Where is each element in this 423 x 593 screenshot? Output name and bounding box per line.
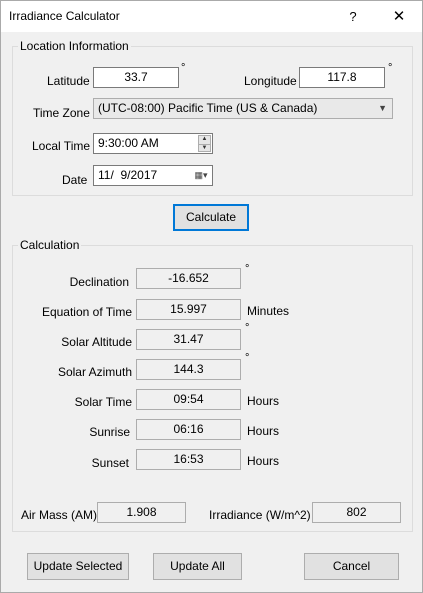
- solar-time-label: Solar Time: [74, 395, 132, 409]
- irradiance-label: Irradiance (W/m^2): [209, 508, 311, 522]
- equation-of-time-unit: Minutes: [247, 304, 290, 318]
- declination-label: Declination: [69, 275, 129, 289]
- sunset-value: 16:53: [136, 449, 241, 470]
- local-time-spinner[interactable]: ▲ ▼: [198, 135, 211, 152]
- calendar-icon[interactable]: ▦▾: [192, 168, 210, 183]
- timezone-label: Time Zone: [33, 106, 90, 120]
- date-value: 11/ 9/2017: [98, 168, 158, 182]
- sunrise-label: Sunrise: [89, 425, 130, 439]
- local-time-value: 9:30:00 AM: [98, 136, 159, 150]
- longitude-degree-symbol: °: [388, 62, 393, 74]
- timezone-select[interactable]: (UTC-08:00) Pacific Time (US & Canada) ▼: [93, 98, 393, 119]
- longitude-input[interactable]: 117.8: [299, 67, 385, 88]
- calculate-button[interactable]: Calculate: [173, 204, 249, 231]
- declination-degree-symbol: °: [245, 263, 250, 275]
- solar-altitude-value: 31.47: [136, 329, 241, 350]
- equation-of-time-label: Equation of Time: [41, 305, 132, 319]
- solar-azimuth-value: 144.3: [136, 359, 241, 380]
- chevron-down-icon: ▼: [378, 103, 387, 113]
- update-all-button[interactable]: Update All: [153, 553, 242, 580]
- longitude-label: Longitude: [244, 74, 297, 88]
- local-time-label: Local Time: [32, 139, 91, 153]
- solar-time-unit: Hours: [247, 394, 280, 408]
- sunrise-unit: Hours: [247, 424, 280, 438]
- latitude-label: Latitude: [47, 74, 90, 88]
- irradiance-calculator-window: Irradiance Calculator ? ✕ Location Infor…: [0, 0, 423, 593]
- declination-value: -16.652: [136, 268, 241, 289]
- latitude-degree-symbol: °: [181, 62, 186, 74]
- latitude-input[interactable]: 33.7: [93, 67, 179, 88]
- title-bar: Irradiance Calculator ? ✕: [1, 1, 422, 32]
- close-icon[interactable]: ✕: [379, 1, 419, 32]
- sunset-unit: Hours: [247, 454, 280, 468]
- spin-down-icon[interactable]: ▼: [199, 144, 210, 151]
- window-title: Irradiance Calculator: [9, 9, 120, 23]
- local-time-picker[interactable]: 9:30:00 AM ▲ ▼: [93, 133, 213, 154]
- air-mass-value: 1.908: [97, 502, 186, 523]
- date-label: Date: [62, 173, 88, 187]
- spin-up-icon[interactable]: ▲: [199, 136, 210, 143]
- solar-azimuth-label: Solar Azimuth: [57, 365, 132, 379]
- equation-of-time-value: 15.997: [136, 299, 241, 320]
- solar-altitude-degree-symbol: °: [245, 322, 250, 334]
- irradiance-value: 802: [312, 502, 401, 523]
- date-picker[interactable]: 11/ 9/2017 ▦▾: [93, 165, 213, 186]
- solar-azimuth-degree-symbol: °: [245, 352, 250, 364]
- solar-time-value: 09:54: [136, 389, 241, 410]
- cancel-button[interactable]: Cancel: [304, 553, 399, 580]
- help-icon[interactable]: ?: [333, 1, 373, 32]
- sunset-label: Sunset: [91, 456, 129, 470]
- calculation-legend: Calculation: [20, 238, 80, 252]
- update-selected-button[interactable]: Update Selected: [27, 553, 129, 580]
- location-information-legend: Location Information: [20, 39, 129, 53]
- solar-altitude-label: Solar Altitude: [61, 335, 132, 349]
- timezone-selected-value: (UTC-08:00) Pacific Time (US & Canada): [98, 101, 318, 115]
- sunrise-value: 06:16: [136, 419, 241, 440]
- air-mass-label: Air Mass (AM): [21, 508, 97, 522]
